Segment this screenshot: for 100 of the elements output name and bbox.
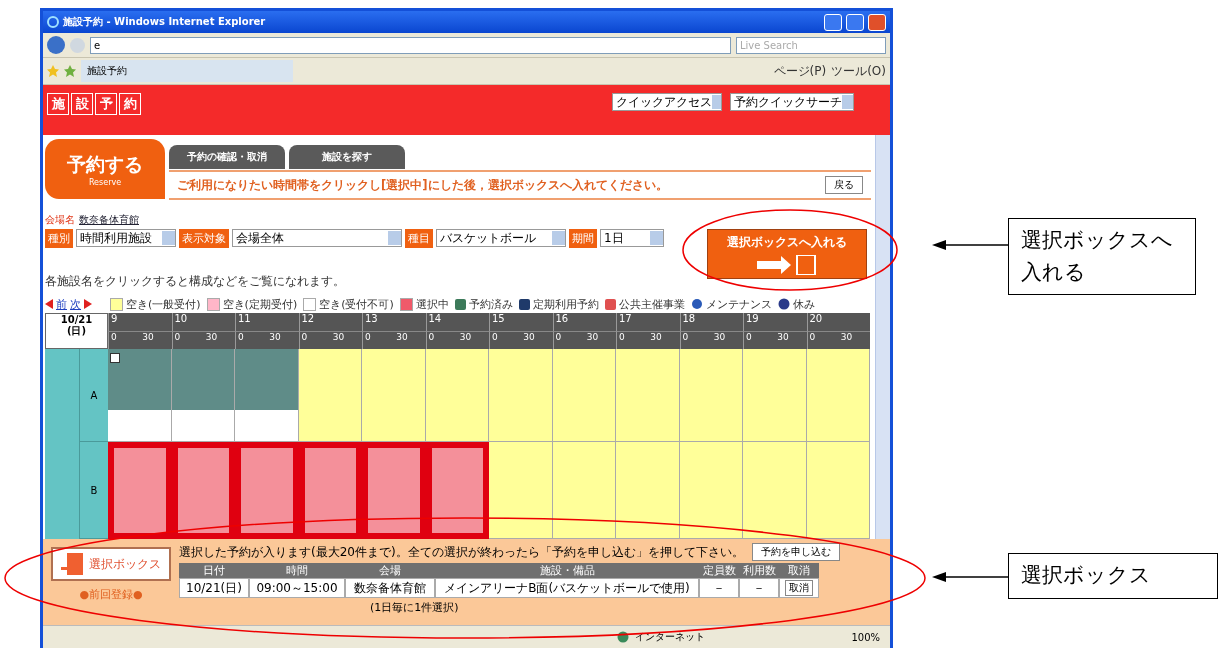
close-button[interactable]: [868, 13, 886, 31]
column-header: 取消: [779, 563, 819, 578]
selected-slot[interactable]: [108, 442, 172, 539]
box-icon: [61, 553, 83, 575]
minute-header: 30: [585, 332, 600, 344]
browser-tab[interactable]: 施設予約: [81, 60, 293, 82]
open-slot[interactable]: [489, 349, 553, 442]
star-icon[interactable]: [47, 65, 59, 77]
column-header: 利用数: [739, 563, 779, 578]
filter-label: 種目: [405, 229, 433, 248]
tab[interactable]: 予約の確認・取消: [169, 145, 285, 169]
table-cell: －: [699, 578, 739, 598]
legend-label: 公共主催事業: [618, 296, 685, 312]
hint-text: 各施設名をクリックすると構成などをご覧になれます。: [45, 273, 346, 290]
legend-label: 空き(一般受付): [126, 296, 201, 312]
table-cell: 09:00～15:00: [249, 578, 345, 598]
filter-select[interactable]: 時間利用施設: [76, 229, 176, 247]
previous-link[interactable]: 前: [56, 296, 67, 312]
globe-icon: [617, 631, 630, 643]
minute-header: 30: [649, 332, 663, 344]
minimize-button[interactable]: [824, 13, 842, 31]
table-cell: 10/21(日): [179, 578, 249, 598]
selected-slot[interactable]: [425, 442, 489, 539]
minute-header: 30: [268, 332, 282, 344]
toolbar-menu[interactable]: ツール(O): [831, 62, 886, 80]
minute-header: 30: [204, 332, 219, 344]
minute-header: 30: [395, 332, 409, 344]
open-slot[interactable]: [743, 349, 807, 442]
open-slot[interactable]: [806, 349, 870, 442]
legend-label: 休み: [792, 296, 815, 312]
court-label: B: [80, 442, 108, 539]
add-favorite-icon[interactable]: [64, 65, 76, 77]
next-arrow-icon[interactable]: [84, 299, 92, 309]
quick-select[interactable]: 予約クイックサーチ: [730, 93, 854, 111]
open-slot[interactable]: [743, 442, 807, 539]
forward-button[interactable]: [70, 37, 85, 53]
previous-arrow-icon[interactable]: [45, 299, 53, 309]
filter-select[interactable]: 1日: [600, 229, 664, 247]
zoom-level[interactable]: 100%: [851, 631, 880, 643]
selection-box-button[interactable]: 選択ボックス: [51, 547, 171, 581]
column-header: 定員数: [699, 563, 739, 578]
column-header: 施設・備品: [435, 563, 699, 578]
venue-link[interactable]: 数奈备体育館: [79, 213, 139, 227]
toolbar-menu[interactable]: ページ(P): [773, 62, 827, 80]
reserved-slot[interactable]: [108, 349, 172, 442]
legend-label: メンテナンス: [705, 296, 772, 312]
minute-header: 0: [554, 332, 563, 344]
hour-header: 18: [679, 313, 743, 331]
legend-label: 定期利用予約: [532, 296, 599, 312]
address-field[interactable]: e: [90, 36, 731, 54]
hour-header: 13: [362, 313, 426, 331]
back-button[interactable]: 戻る: [825, 176, 863, 194]
legend-label: 選択中: [415, 296, 449, 312]
minute-header: 0: [745, 332, 753, 344]
column-header: 日付: [179, 563, 249, 578]
hour-header: 17: [616, 313, 680, 331]
open-slot[interactable]: [552, 442, 616, 539]
minute-header: 30: [839, 332, 854, 344]
maximize-button[interactable]: [846, 13, 864, 31]
legend-label: 予約済み: [468, 296, 513, 312]
open-slot[interactable]: [679, 442, 743, 539]
open-slot[interactable]: [616, 442, 680, 539]
open-slot[interactable]: [298, 349, 362, 442]
reserved-slot[interactable]: [171, 349, 235, 442]
reserved-slot[interactable]: [235, 349, 299, 442]
open-slot[interactable]: [362, 349, 426, 442]
open-slot[interactable]: [806, 442, 870, 539]
window-title: 施設予約 - Windows Internet Explorer: [63, 15, 267, 29]
hour-header: 11: [235, 313, 299, 331]
open-slot[interactable]: [489, 442, 553, 539]
scrollbar[interactable]: [875, 135, 890, 539]
minute-header: 30: [331, 332, 346, 344]
next-link[interactable]: 次: [70, 296, 81, 312]
cancel-button[interactable]: 取消: [785, 580, 813, 596]
filter-label: 期間: [569, 229, 597, 248]
open-slot[interactable]: [616, 349, 680, 442]
minute-header: 0: [427, 332, 436, 344]
minute-header: 0: [681, 332, 690, 344]
caption-text: ●前回登録●: [79, 587, 143, 602]
table-cell: メインアリーナB面(バスケットボールで使用): [435, 578, 699, 598]
minute-header: 0: [491, 332, 499, 344]
open-slot[interactable]: [425, 349, 489, 442]
callout-label: 選択ボックスへ入れる: [1008, 218, 1196, 295]
hour-header: 14: [425, 313, 489, 331]
submit-button[interactable]: 予約を申し込む: [751, 543, 840, 561]
filter-select[interactable]: バスケットボール: [436, 229, 566, 247]
minute-header: 0: [173, 332, 182, 344]
hour-header: 15: [489, 313, 553, 331]
callout-label: 選択ボックス: [1008, 553, 1218, 599]
back-button[interactable]: [47, 36, 65, 54]
filter-label: 表示対象: [179, 229, 229, 248]
column-header: 会場: [345, 563, 435, 578]
logo-letter: 設: [71, 93, 93, 115]
open-slot[interactable]: [552, 349, 616, 442]
filter-select[interactable]: 会場全体: [232, 229, 402, 247]
open-slot[interactable]: [679, 349, 743, 442]
logo-letter: 施: [47, 93, 69, 115]
tab[interactable]: 施設を探す: [289, 145, 405, 169]
quick-select[interactable]: クイックアクセス: [612, 93, 722, 111]
hour-header: 10: [171, 313, 235, 331]
